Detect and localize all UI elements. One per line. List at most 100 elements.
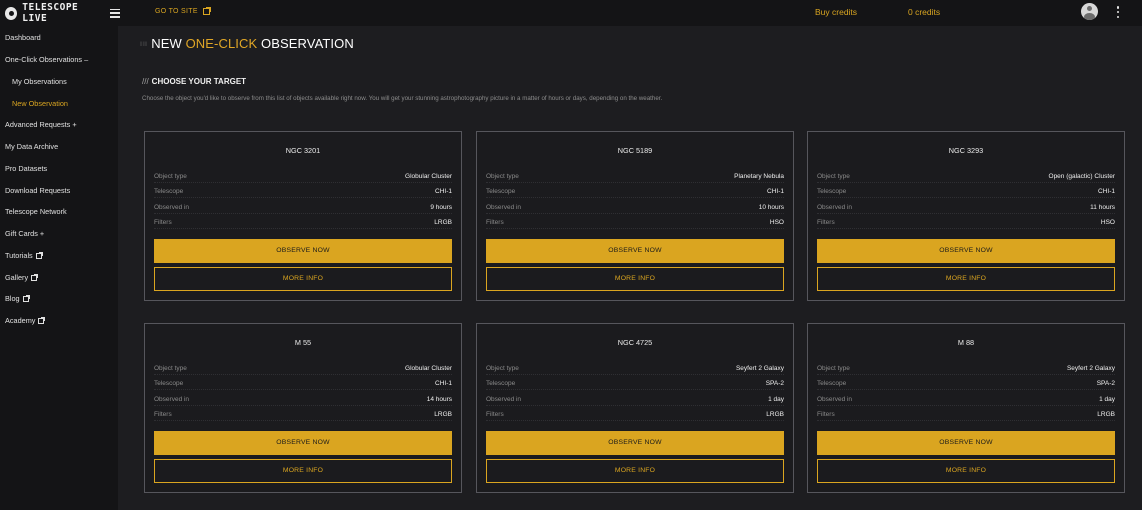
sidebar-item-gift-cards[interactable]: Gift Cards + (5, 229, 44, 238)
user-avatar-icon[interactable] (1081, 3, 1098, 20)
sidebar: Dashboard One-Click Observations – My Ob… (0, 26, 118, 510)
detail-label: Telescope (486, 380, 516, 387)
telescope-logo-icon (5, 6, 18, 20)
brand[interactable]: TELESCOPE LIVE (0, 2, 120, 24)
detail-value: Open (galactic) Cluster (1048, 173, 1115, 180)
brand-name: TELESCOPE LIVE (22, 2, 79, 24)
target-card: M 55 Object type Globular Cluster Telescope… (144, 323, 462, 493)
more-options-icon[interactable] (1116, 6, 1120, 18)
detail-value: SPA-2 (765, 380, 784, 387)
sidebar-item-pro-datasets[interactable]: Pro Datasets (5, 164, 47, 173)
detail-row-object-type: Object type Globular Cluster (154, 173, 452, 183)
detail-label: Object type (154, 173, 187, 180)
detail-value: Planetary Nebula (734, 173, 784, 180)
detail-label: Filters (486, 411, 504, 418)
observe-now-button[interactable]: OBSERVE NOW (486, 431, 784, 455)
detail-value: Seyfert 2 Galaxy (1066, 365, 1115, 372)
more-info-button[interactable]: MORE INFO (817, 459, 1115, 483)
target-name: NGC 4725 (617, 338, 653, 347)
detail-row-observed-in: Observed in 14 hours (154, 396, 452, 406)
target-card: NGC 5189 Object type Planetary Nebula Teles… (476, 131, 794, 301)
sidebar-item-academy[interactable]: Academy (5, 316, 46, 325)
go-to-site-label: GO TO SITE (155, 8, 198, 15)
detail-label: Object type (817, 173, 850, 180)
more-info-button[interactable]: MORE INFO (154, 459, 452, 483)
detail-value: CHI-1 (1098, 188, 1115, 195)
observe-now-button[interactable]: OBSERVE NOW (817, 239, 1115, 263)
target-name: NGC 5189 (617, 146, 653, 155)
detail-label: Telescope (817, 188, 847, 195)
sidebar-item-label: Academy (5, 316, 36, 325)
detail-label: Observed in (486, 396, 522, 403)
detail-value: CHI-1 (435, 188, 452, 195)
observe-now-button[interactable]: OBSERVE NOW (154, 431, 452, 455)
detail-row-object-type: Object type Globular Cluster (154, 365, 452, 375)
detail-row-object-type: Object type Seyfert 2 Galaxy (817, 365, 1115, 375)
detail-value: 14 hours (426, 396, 452, 403)
detail-label: Object type (486, 173, 519, 180)
sidebar-item-download-requests[interactable]: Download Requests (5, 186, 70, 195)
buy-credits-link[interactable]: Buy credits (815, 7, 857, 17)
detail-value: 1 day (1099, 396, 1115, 403)
detail-label: Object type (817, 365, 850, 372)
sidebar-item-new-observation[interactable]: New Observation (12, 99, 68, 108)
detail-row-object-type: Object type Open (galactic) Cluster (817, 173, 1115, 183)
target-name: NGC 3293 (948, 146, 984, 155)
observe-now-button[interactable]: OBSERVE NOW (817, 431, 1115, 455)
detail-label: Telescope (154, 188, 184, 195)
detail-value: Globular Cluster (405, 365, 452, 372)
sidebar-item-tutorials[interactable]: Tutorials (5, 251, 43, 260)
external-link-icon (31, 273, 39, 281)
detail-label: Filters (817, 219, 835, 226)
observe-now-button[interactable]: OBSERVE NOW (154, 239, 452, 263)
detail-value: 11 hours (1090, 204, 1115, 211)
sidebar-item-advanced-requests[interactable]: Advanced Requests + (5, 120, 77, 129)
sidebar-item-label: Gallery (5, 273, 29, 282)
more-info-button[interactable]: MORE INFO (486, 459, 784, 483)
detail-row-observed-in: Observed in 1 day (817, 396, 1115, 406)
detail-value: HSO (1100, 219, 1115, 226)
detail-label: Observed in (154, 204, 190, 211)
detail-row-filters: Filters LRGB (817, 411, 1115, 421)
go-to-site-link[interactable]: GO TO SITE (155, 7, 211, 15)
detail-row-filters: Filters HSO (817, 219, 1115, 229)
detail-row-filters: Filters LRGB (486, 411, 784, 421)
target-card: NGC 4725 Object type Seyfert 2 Galaxy Teles… (476, 323, 794, 493)
detail-row-telescope: Telescope CHI-1 (486, 188, 784, 198)
detail-value: 1 day (768, 396, 784, 403)
external-link-icon (38, 316, 46, 324)
more-info-button[interactable]: MORE INFO (817, 267, 1115, 291)
page-title-text: NEW ONE-CLICK OBSERVATION (151, 36, 354, 51)
more-info-button[interactable]: MORE INFO (486, 267, 784, 291)
target-card: NGC 3293 Object type Open (galactic) Clust… (807, 131, 1125, 301)
detail-label: Object type (486, 365, 519, 372)
hamburger-menu-icon[interactable] (109, 8, 120, 18)
detail-label: Observed in (486, 204, 522, 211)
sidebar-item-my-data-archive[interactable]: My Data Archive (5, 142, 58, 151)
target-name: M 88 (957, 338, 975, 347)
observe-now-button[interactable]: OBSERVE NOW (486, 239, 784, 263)
sidebar-item-my-observations[interactable]: My Observations (12, 77, 67, 86)
section-description: Choose the object you'd like to observe … (142, 95, 663, 102)
detail-label: Filters (154, 411, 172, 418)
detail-label: Object type (154, 365, 187, 372)
detail-value: CHI-1 (435, 380, 452, 387)
detail-label: Telescope (154, 380, 184, 387)
sidebar-item-blog[interactable]: Blog (5, 294, 30, 303)
detail-label: Filters (154, 219, 172, 226)
detail-row-object-type: Object type Planetary Nebula (486, 173, 784, 183)
detail-row-filters: Filters HSO (486, 219, 784, 229)
sidebar-item-gallery[interactable]: Gallery (5, 273, 39, 282)
detail-row-telescope: Telescope CHI-1 (817, 188, 1115, 198)
sidebar-item-telescope-network[interactable]: Telescope Network (5, 207, 67, 216)
detail-row-telescope: Telescope CHI-1 (154, 188, 452, 198)
detail-value: 9 hours (430, 204, 452, 211)
detail-value: CHI-1 (767, 188, 784, 195)
sidebar-item-dashboard[interactable]: Dashboard (5, 33, 41, 42)
sidebar-item-one-click-observations[interactable]: One-Click Observations – (5, 55, 88, 64)
more-info-button[interactable]: MORE INFO (154, 267, 452, 291)
detail-row-filters: Filters LRGB (154, 219, 452, 229)
detail-row-telescope: Telescope CHI-1 (154, 380, 452, 390)
section-heading: ///CHOOSE YOUR TARGET (142, 77, 247, 86)
detail-row-telescope: Telescope SPA-2 (486, 380, 784, 390)
